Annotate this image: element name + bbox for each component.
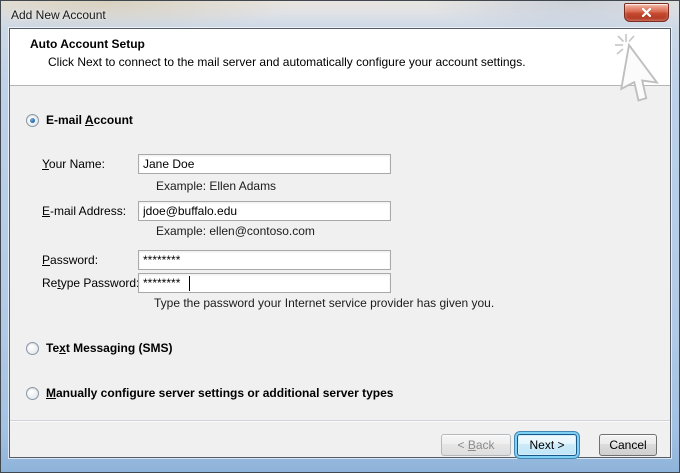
next-button[interactable]: Next > xyxy=(517,434,577,456)
password-hint: Type the password your Internet service … xyxy=(154,296,494,310)
titlebar[interactable]: Add New Account xyxy=(1,1,679,28)
text-cursor xyxy=(189,276,190,291)
radio-unselected-icon[interactable] xyxy=(26,342,39,355)
add-new-account-window: Add New Account Auto Account Setup Click… xyxy=(0,0,680,473)
your-name-label: Your Name: xyxy=(42,157,105,171)
radio-text-messaging-label: Text Messaging (SMS) xyxy=(46,341,173,355)
your-name-input[interactable] xyxy=(138,154,391,174)
email-address-label: E-mail Address: xyxy=(42,204,126,218)
radio-email-account-label: E-mail Account xyxy=(46,113,133,127)
retype-password-label: Retype Password: xyxy=(42,276,139,290)
close-button[interactable] xyxy=(624,3,669,22)
close-x-icon xyxy=(642,8,651,17)
header-title: Auto Account Setup xyxy=(30,37,145,51)
email-address-input[interactable] xyxy=(138,201,391,221)
cancel-button[interactable]: Cancel xyxy=(599,434,657,456)
radio-selected-icon[interactable] xyxy=(26,114,39,127)
header-banner: Auto Account Setup Click Next to connect… xyxy=(10,29,670,86)
email-address-example: Example: ellen@contoso.com xyxy=(156,224,315,238)
radio-unselected-icon[interactable] xyxy=(26,387,39,400)
radio-dot xyxy=(30,118,35,123)
header-subtitle: Click Next to connect to the mail server… xyxy=(48,55,526,69)
retype-password-input[interactable] xyxy=(138,273,391,293)
password-input[interactable] xyxy=(138,250,391,270)
back-button[interactable]: < Back xyxy=(441,434,511,456)
radio-email-account[interactable]: E-mail Account xyxy=(26,113,133,127)
radio-manual-configure[interactable]: Manually configure server settings or ad… xyxy=(26,386,393,400)
window-title: Add New Account xyxy=(11,8,106,22)
password-label: Password: xyxy=(42,253,98,267)
radio-text-messaging[interactable]: Text Messaging (SMS) xyxy=(26,341,173,355)
your-name-example: Example: Ellen Adams xyxy=(156,179,276,193)
dialog-body: Auto Account Setup Click Next to connect… xyxy=(9,28,671,458)
sparkle-cursor-icon xyxy=(613,32,665,106)
radio-manual-configure-label: Manually configure server settings or ad… xyxy=(46,386,393,400)
